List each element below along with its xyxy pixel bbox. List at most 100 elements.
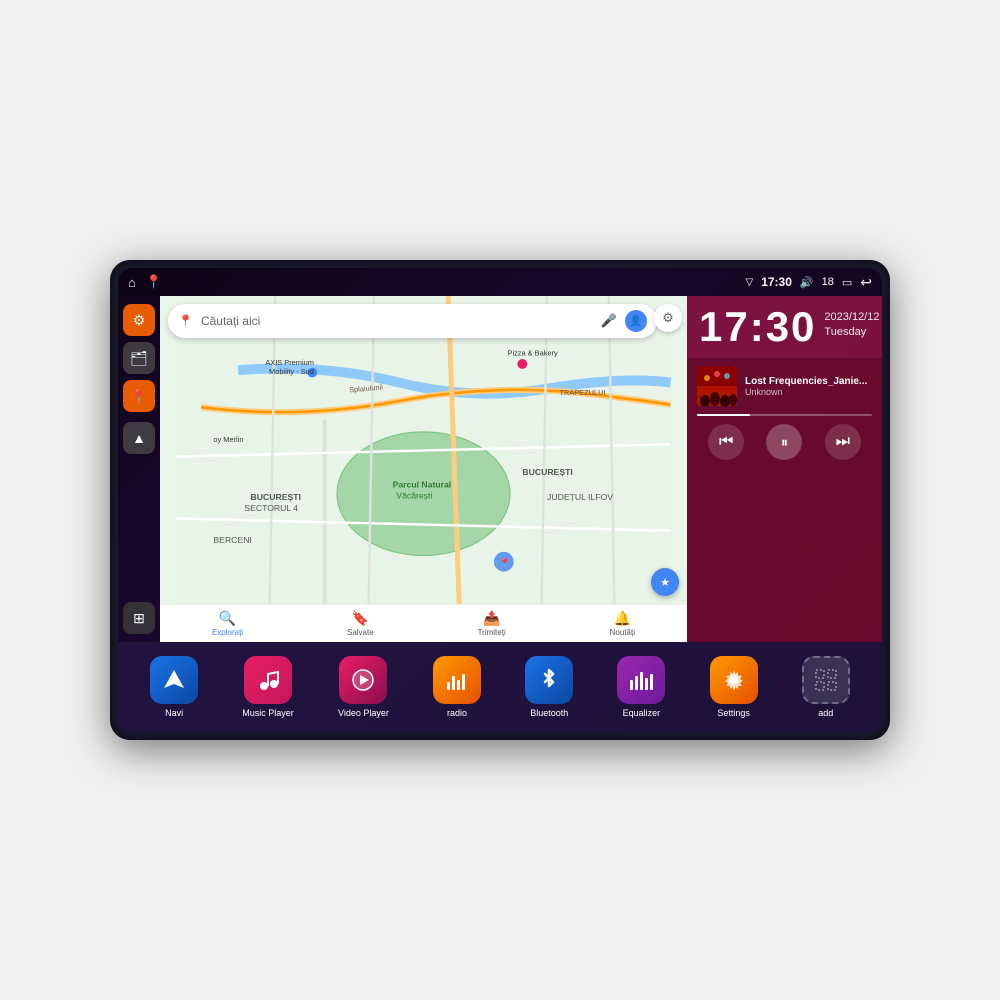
svg-text:📍: 📍 — [499, 558, 511, 570]
app-radio[interactable]: radio — [433, 656, 481, 719]
location-icon: 📍 — [130, 388, 147, 405]
star-icon: ★ — [660, 576, 670, 589]
saved-icon: 🔖 — [352, 610, 369, 627]
radio-label: radio — [447, 708, 467, 719]
sidebar-apps-btn[interactable]: ⊞ — [123, 602, 155, 634]
svg-text:oy Merlin: oy Merlin — [213, 435, 243, 444]
album-art — [697, 366, 737, 406]
search-placeholder[interactable]: Căutați aici — [201, 314, 593, 328]
battery-icon: ▭ — [842, 276, 852, 289]
svg-text:TRAPEZULUI: TRAPEZULUI — [559, 388, 605, 397]
clock-date: 2023/12/12 Tuesday — [824, 306, 879, 341]
news-icon: 🔔 — [614, 610, 631, 627]
arrow-icon: ▲ — [132, 430, 146, 446]
app-settings[interactable]: Settings — [710, 656, 758, 719]
clock-widget: 17:30 2023/12/12 Tuesday — [687, 296, 882, 358]
app-bluetooth[interactable]: Bluetooth — [525, 656, 573, 719]
clock-display: 17:30 2023/12/12 Tuesday — [699, 306, 870, 348]
map-settings-button[interactable]: ⚙ — [654, 304, 682, 332]
news-label: Noutăți — [610, 628, 635, 637]
map-tab-send[interactable]: 📤 Trimiteți — [478, 610, 506, 637]
svg-text:SECTORUL 4: SECTORUL 4 — [244, 503, 298, 513]
home-icon[interactable]: ⌂ — [128, 275, 136, 290]
equalizer-label: Equalizer — [623, 708, 661, 719]
volume-icon: 🔊 — [800, 276, 814, 289]
music-controls: ⏮ ⏸ ⏭ — [697, 424, 872, 460]
user-avatar[interactable]: 👤 — [625, 310, 647, 332]
battery-level: 18 — [822, 276, 834, 288]
next-icon: ⏭ — [836, 433, 850, 451]
map-bottom-bar: 🔍 Explorați 🔖 Salvate 📤 Trimiteți — [160, 604, 687, 642]
svg-text:BUCUREȘTI: BUCUREȘTI — [522, 467, 572, 477]
play-pause-button[interactable]: ⏸ — [766, 424, 802, 460]
status-time: 17:30 — [761, 275, 792, 289]
map-tab-news[interactable]: 🔔 Noutăți — [610, 610, 635, 637]
prev-icon: ⏮ — [719, 433, 733, 451]
status-bar: ⌂ 📍 ▽ 17:30 🔊 18 ▭ ↩ — [118, 268, 882, 296]
navi-label: Navi — [165, 708, 183, 719]
grid-icon: ⊞ — [133, 610, 145, 627]
eq-icon-img — [617, 656, 665, 704]
music-info: Lost Frequencies_Janie... Unknown — [697, 366, 872, 406]
date-value: 2023/12/12 — [824, 310, 879, 325]
maps-status-icon[interactable]: 📍 — [146, 274, 162, 290]
music-player-label: Music Player — [242, 708, 294, 719]
svg-text:Pizza & Bakery: Pizza & Bakery — [508, 348, 559, 357]
status-right-icons: ▽ 17:30 🔊 18 ▭ ↩ — [746, 274, 873, 291]
bluetooth-label: Bluetooth — [530, 708, 568, 719]
explore-label: Explorați — [212, 628, 243, 637]
map-container[interactable]: Parcul Natural Văcărești — [160, 296, 687, 642]
app-equalizer[interactable]: Equalizer — [617, 656, 665, 719]
video-player-label: Video Player — [338, 708, 389, 719]
prev-button[interactable]: ⏮ — [708, 424, 744, 460]
device-frame: ⌂ 📍 ▽ 17:30 🔊 18 ▭ ↩ ⚙ 🗂 — [110, 260, 890, 740]
settings-icon: ⚙ — [133, 312, 146, 329]
map-svg: Parcul Natural Văcărești — [160, 296, 687, 642]
music-meta: Lost Frequencies_Janie... Unknown — [745, 376, 872, 397]
svg-text:Parcul Natural: Parcul Natural — [393, 480, 452, 490]
map-search-bar[interactable]: 📍 Căutați aici 🎤 👤 — [168, 304, 657, 338]
app-navi[interactable]: Navi — [150, 656, 198, 719]
svg-text:Văcărești: Văcărești — [396, 491, 432, 501]
sidebar-files-btn[interactable]: 🗂 — [123, 342, 155, 374]
mic-icon[interactable]: 🎤 — [601, 313, 617, 329]
music-progress-bar[interactable] — [697, 414, 872, 416]
map-tab-saved[interactable]: 🔖 Salvate — [347, 610, 374, 637]
play-pause-icon: ⏸ — [781, 434, 788, 451]
explore-icon: 🔍 — [219, 610, 236, 627]
main-content: ⚙ 🗂 📍 ▲ ⊞ — [118, 296, 882, 642]
map-view: Parcul Natural Văcărești — [160, 296, 687, 642]
add-icon-img — [802, 656, 850, 704]
app-dock: Navi Music Player — [118, 642, 882, 732]
music-progress-fill — [697, 414, 750, 416]
music-icon-img — [244, 656, 292, 704]
svg-text:Mobility - Sud: Mobility - Sud — [269, 367, 314, 376]
google-maps-icon: 📍 — [178, 314, 193, 328]
clock-time: 17:30 — [699, 306, 816, 348]
settings-label: Settings — [717, 708, 750, 719]
map-fab-button[interactable]: ★ — [651, 568, 679, 596]
device-screen: ⌂ 📍 ▽ 17:30 🔊 18 ▭ ↩ ⚙ 🗂 — [118, 268, 882, 732]
video-icon-img — [339, 656, 387, 704]
wifi-icon: ▽ — [746, 277, 754, 288]
saved-label: Salvate — [347, 628, 374, 637]
back-icon[interactable]: ↩ — [860, 274, 872, 291]
send-icon: 📤 — [483, 610, 500, 627]
music-widget: Lost Frequencies_Janie... Unknown ⏮ ⏸ — [687, 358, 882, 642]
map-tab-explore[interactable]: 🔍 Explorați — [212, 610, 243, 637]
bt-icon-img — [525, 656, 573, 704]
app-video-player[interactable]: Video Player — [338, 656, 389, 719]
settings-icon-img — [710, 656, 758, 704]
sidebar-maps-btn[interactable]: 📍 — [123, 380, 155, 412]
sidebar-navi-btn[interactable]: ▲ — [123, 422, 155, 454]
radio-icon-img — [433, 656, 481, 704]
app-music-player[interactable]: Music Player — [242, 656, 294, 719]
next-button[interactable]: ⏭ — [825, 424, 861, 460]
right-panel: 17:30 2023/12/12 Tuesday — [687, 296, 882, 642]
sidebar-settings-btn[interactable]: ⚙ — [123, 304, 155, 336]
app-add[interactable]: add — [802, 656, 850, 719]
svg-text:BUCUREȘTI: BUCUREȘTI — [251, 492, 301, 502]
music-title: Lost Frequencies_Janie... — [745, 376, 872, 387]
status-left-icons: ⌂ 📍 — [128, 274, 162, 290]
svg-text:JUDEȚUL ILFOV: JUDEȚUL ILFOV — [547, 492, 613, 502]
